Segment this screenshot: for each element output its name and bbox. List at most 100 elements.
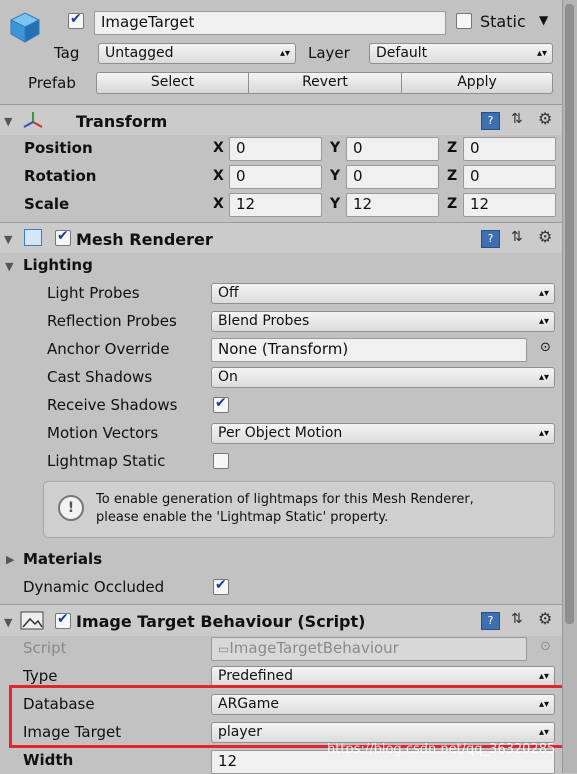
rotation-y-field[interactable]: 0 bbox=[346, 165, 439, 189]
materials-label[interactable]: Materials bbox=[23, 550, 102, 568]
info-line-1: To enable generation of lightmaps for th… bbox=[96, 492, 474, 507]
cast-shadows-dropdown[interactable]: On ▴▾ bbox=[211, 367, 555, 388]
anchor-override-field[interactable]: None (Transform) bbox=[211, 338, 527, 362]
foldout-arrow-icon[interactable]: ▼ bbox=[4, 115, 12, 128]
transform-title: Transform bbox=[76, 112, 168, 131]
updown-arrow-icon: ▴▾ bbox=[279, 48, 290, 59]
materials-foldout-arrow-icon[interactable]: ▶ bbox=[6, 553, 14, 566]
type-label: Type bbox=[23, 667, 58, 685]
foldout-arrow-icon[interactable]: ▼ bbox=[4, 616, 12, 629]
script-value: ImageTargetBehaviour bbox=[229, 639, 399, 657]
transform-header[interactable]: ▼ Transform ? ⇅ ⚙ bbox=[0, 105, 563, 135]
reflection-probes-label: Reflection Probes bbox=[47, 312, 177, 330]
dynamic-occluded-checkbox[interactable] bbox=[213, 577, 229, 595]
position-label: Position bbox=[24, 139, 93, 157]
axis-y-label: Y bbox=[330, 196, 341, 212]
mesh-renderer-icon bbox=[24, 229, 42, 246]
light-probes-value: Off bbox=[218, 285, 239, 301]
mesh-renderer-header[interactable]: ▼ Mesh Renderer ? ⇅ ⚙ bbox=[0, 223, 563, 253]
object-picker-icon: ⊙ bbox=[540, 639, 551, 654]
lightmap-static-label: Lightmap Static bbox=[47, 452, 166, 470]
lightmap-info-box: ! To enable generation of lightmaps for … bbox=[43, 481, 555, 538]
gameobject-cube-icon bbox=[8, 10, 42, 44]
reflection-probes-dropdown[interactable]: Blend Probes ▴▾ bbox=[211, 311, 555, 332]
help-book-icon[interactable]: ? bbox=[481, 112, 500, 130]
static-checkbox[interactable] bbox=[456, 13, 472, 29]
receive-shadows-label: Receive Shadows bbox=[47, 396, 178, 414]
scale-z-field[interactable]: 12 bbox=[463, 193, 556, 217]
dynamic-occluded-label: Dynamic Occluded bbox=[23, 578, 165, 596]
scale-label: Scale bbox=[24, 195, 70, 213]
scrollbar[interactable] bbox=[562, 0, 577, 773]
prefab-apply-button[interactable]: Apply bbox=[401, 72, 553, 94]
light-probes-label: Light Probes bbox=[47, 284, 140, 302]
image-target-enabled-checkbox[interactable] bbox=[55, 611, 71, 629]
prefab-select-button[interactable]: Select bbox=[96, 72, 249, 94]
rotation-label: Rotation bbox=[24, 167, 97, 185]
updown-arrow-icon: ▴▾ bbox=[538, 316, 549, 327]
scrollbar-thumb[interactable] bbox=[565, 4, 574, 624]
info-line-2: please enable the 'Lightmap Static' prop… bbox=[96, 510, 389, 525]
object-picker-icon[interactable]: ⊙ bbox=[540, 340, 551, 355]
static-dropdown-arrow-icon[interactable]: ▼ bbox=[539, 13, 548, 27]
script-field: ▭ImageTargetBehaviour bbox=[211, 637, 527, 661]
tag-value: Untagged bbox=[105, 45, 174, 61]
rotation-x-field[interactable]: 0 bbox=[229, 165, 322, 189]
reflection-probes-value: Blend Probes bbox=[218, 313, 310, 329]
position-z-field[interactable]: 0 bbox=[463, 137, 556, 161]
layer-dropdown[interactable]: Default ▴▾ bbox=[369, 43, 553, 64]
layer-label: Layer bbox=[308, 44, 350, 62]
image-target-header[interactable]: ▼ Image Target Behaviour (Script) ? ⇅ ⚙ bbox=[0, 605, 563, 636]
width-label: Width bbox=[23, 751, 74, 769]
motion-vectors-label: Motion Vectors bbox=[47, 424, 159, 442]
active-checkbox[interactable] bbox=[68, 11, 84, 29]
tag-label: Tag bbox=[54, 44, 80, 62]
foldout-arrow-icon[interactable]: ▼ bbox=[4, 233, 12, 246]
script-file-icon: ▭ bbox=[218, 642, 230, 656]
light-probes-dropdown[interactable]: Off ▴▾ bbox=[211, 283, 555, 304]
tag-dropdown[interactable]: Untagged ▴▾ bbox=[98, 43, 296, 64]
receive-shadows-checkbox[interactable] bbox=[213, 395, 229, 413]
lighting-foldout-arrow-icon[interactable]: ▼ bbox=[5, 260, 13, 273]
scale-x-field[interactable]: 12 bbox=[229, 193, 322, 217]
axis-z-label: Z bbox=[447, 140, 458, 156]
axis-x-label: X bbox=[213, 140, 224, 156]
preset-sliders-icon[interactable]: ⇅ bbox=[511, 229, 523, 245]
axis-z-label: Z bbox=[447, 196, 458, 212]
lightmap-static-checkbox[interactable] bbox=[213, 453, 229, 469]
position-y-field[interactable]: 0 bbox=[346, 137, 439, 161]
prefab-revert-button[interactable]: Revert bbox=[248, 72, 402, 94]
type-value: Predefined bbox=[218, 668, 293, 684]
type-dropdown[interactable]: Predefined ▴▾ bbox=[211, 666, 555, 687]
static-label: Static bbox=[480, 12, 526, 31]
object-name-field[interactable]: ImageTarget bbox=[94, 11, 446, 35]
layer-value: Default bbox=[376, 45, 428, 61]
highlight-box bbox=[9, 685, 565, 748]
gear-icon[interactable]: ⚙ bbox=[538, 109, 552, 128]
cast-shadows-value: On bbox=[218, 369, 238, 385]
motion-vectors-dropdown[interactable]: Per Object Motion ▴▾ bbox=[211, 423, 555, 444]
watermark: https://blog.csdn.net/qq_36320285 bbox=[327, 742, 556, 757]
updown-arrow-icon: ▴▾ bbox=[536, 48, 547, 59]
preset-sliders-icon[interactable]: ⇅ bbox=[511, 611, 523, 627]
gear-icon[interactable]: ⚙ bbox=[538, 227, 552, 246]
cast-shadows-label: Cast Shadows bbox=[47, 368, 153, 386]
help-book-icon[interactable]: ? bbox=[481, 230, 500, 248]
axis-y-label: Y bbox=[330, 168, 341, 184]
axis-x-label: X bbox=[213, 196, 224, 212]
help-book-icon[interactable]: ? bbox=[481, 612, 500, 630]
rotation-z-field[interactable]: 0 bbox=[463, 165, 556, 189]
updown-arrow-icon: ▴▾ bbox=[538, 428, 549, 439]
updown-arrow-icon: ▴▾ bbox=[538, 671, 549, 682]
scale-y-field[interactable]: 12 bbox=[346, 193, 439, 217]
lighting-label[interactable]: Lighting bbox=[23, 256, 93, 274]
updown-arrow-icon: ▴▾ bbox=[538, 288, 549, 299]
updown-arrow-icon: ▴▾ bbox=[538, 372, 549, 383]
script-image-icon bbox=[20, 609, 46, 635]
prefab-label: Prefab bbox=[28, 74, 76, 92]
mesh-renderer-enabled-checkbox[interactable] bbox=[55, 228, 71, 246]
axis-z-label: Z bbox=[447, 168, 458, 184]
preset-sliders-icon[interactable]: ⇅ bbox=[511, 111, 523, 127]
position-x-field[interactable]: 0 bbox=[229, 137, 322, 161]
gear-icon[interactable]: ⚙ bbox=[538, 609, 552, 628]
